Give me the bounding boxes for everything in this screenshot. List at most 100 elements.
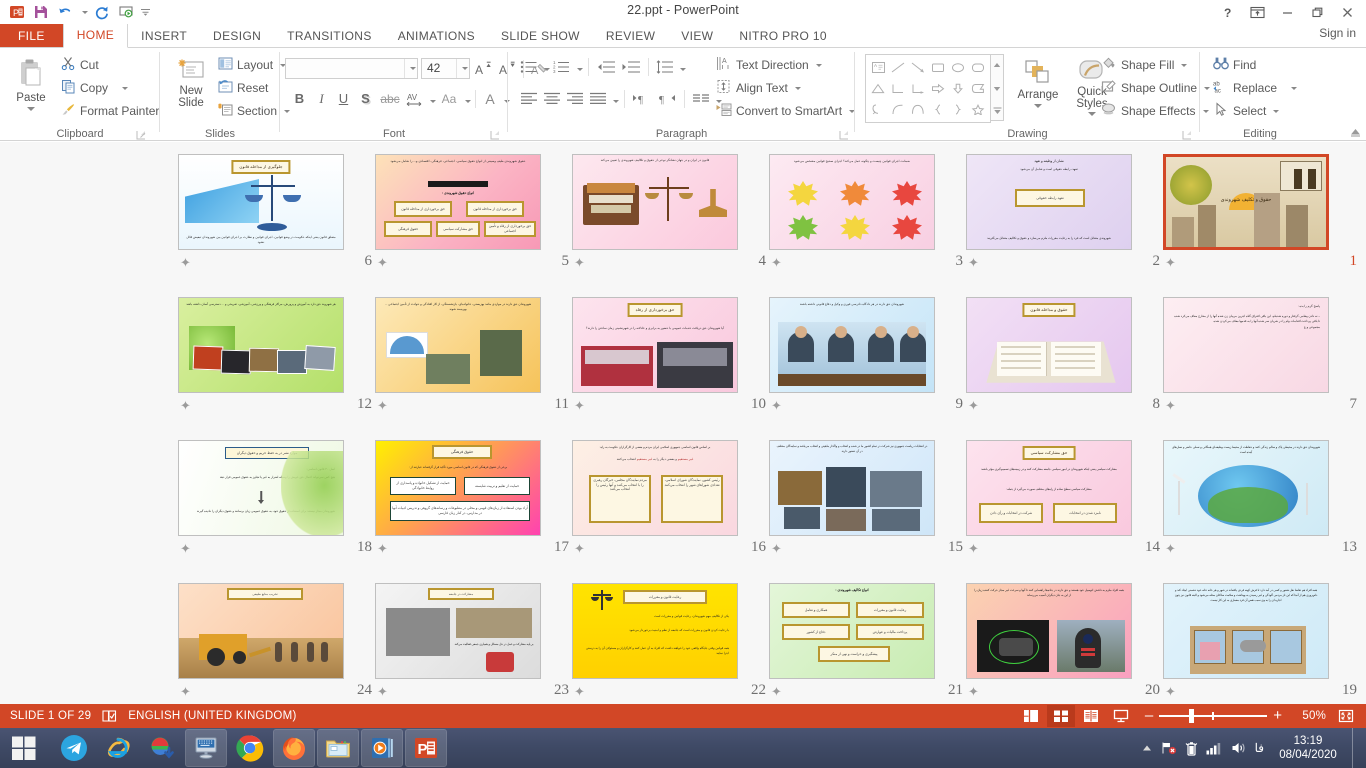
slide-animation-icon[interactable]: ✦ [574,685,585,698]
taskbar-internet-explorer-button[interactable] [98,730,138,766]
slide-animation-icon[interactable]: ✦ [1165,399,1176,412]
shape-arrow[interactable] [908,57,928,78]
slide-animation-icon[interactable]: ✦ [377,256,388,269]
new-slide-button[interactable]: New Slide [165,53,217,125]
strikethrough-button[interactable]: abc [377,88,403,109]
shape-elbow-arrow-connector[interactable] [908,78,928,99]
slide-thumbnail-image[interactable]: همه افراد ملزم به داشتن اتومبیل خود هستن… [966,583,1132,679]
collapse-ribbon-button[interactable] [1348,125,1362,139]
slide-animation-icon[interactable]: ✦ [180,399,191,412]
slide-thumbnail-12[interactable]: هر شهروند حق دارد به آموزش و پرورش، مراک… [178,297,375,417]
reset-button[interactable]: Reset [215,78,271,98]
show-hidden-icons-button[interactable] [1141,743,1153,753]
slide-thumbnail-23[interactable]: مشارکت در جامعه بر پایه مشارکت و عمل در … [375,583,572,703]
select-caret[interactable] [1273,110,1279,113]
shapes-gallery-scrollbar[interactable] [991,54,1004,121]
restore-button[interactable] [1302,1,1332,23]
shape-right-brace[interactable] [948,99,968,120]
shape-effects-button[interactable]: Shape Effects [1098,101,1212,121]
shape-scribble[interactable] [868,99,888,120]
tab-design[interactable]: DESIGN [200,24,274,48]
slide-animation-icon[interactable]: ✦ [771,399,782,412]
zoom-slider[interactable]: – + [1145,709,1282,723]
sign-in-link[interactable]: Sign in [1319,26,1356,40]
italic-button[interactable]: I [311,88,332,109]
slide-animation-icon[interactable]: ✦ [180,256,191,269]
decrease-indent-button[interactable] [594,56,618,77]
arrange-button[interactable]: Arrange [1012,55,1064,125]
minimize-button[interactable] [1272,1,1302,23]
increase-indent-button[interactable] [619,56,643,77]
paste-dropdown-caret[interactable] [27,107,35,111]
windows-start-button[interactable] [0,728,48,768]
align-center-button[interactable] [541,88,563,109]
ltr-text-direction-button[interactable]: ¶ [630,88,654,109]
shape-down-arrow[interactable] [948,78,968,99]
text-shadow-button[interactable]: S [355,88,376,109]
slide-animation-icon[interactable]: ✦ [574,399,585,412]
slide-animation-icon[interactable]: ✦ [180,685,191,698]
cut-button[interactable]: Cut [58,55,102,75]
shape-oval[interactable] [948,57,968,78]
tab-view[interactable]: VIEW [668,24,726,48]
font-size-dropdown[interactable] [456,59,469,78]
shape-fill-button[interactable]: Shape Fill [1098,55,1190,75]
taskbar-mozilla-firefox-button[interactable] [274,730,314,766]
font-name-combobox[interactable] [285,58,418,79]
slide-animation-icon[interactable]: ✦ [968,399,979,412]
slide-animation-icon[interactable]: ✦ [377,542,388,555]
shape-textbox[interactable]: A [868,57,888,78]
replace-caret[interactable] [1291,87,1297,90]
slide-animation-icon[interactable]: ✦ [968,256,979,269]
bold-button[interactable]: B [289,88,310,109]
taskbar-media-player-button[interactable] [362,730,402,766]
slide-thumbnail-20[interactable]: همه افراد ملزم به داشتن اتومبیل خود هستن… [966,583,1163,703]
character-spacing-button[interactable]: AV [404,88,426,109]
slide-thumbnail-13[interactable]: شهروندان حق دارند در محیطی پاک و سالم زن… [1163,440,1360,560]
slide-animation-icon[interactable]: ✦ [377,399,388,412]
zoom-out-button[interactable]: – [1145,710,1153,722]
justify-caret[interactable] [610,92,619,106]
slide-animation-icon[interactable]: ✦ [574,542,585,555]
shapes-scroll-up-button[interactable] [993,57,1001,71]
slide-show-view-button[interactable] [1107,705,1135,727]
shapes-gallery-more-button[interactable] [993,104,1002,118]
text-direction-button[interactable]: A Text Direction [713,55,825,75]
slide-thumbnail-image[interactable]: مشارکت در جامعه بر پایه مشارکت و عمل در … [375,583,541,679]
slide-thumbnail-1[interactable]: حقوق و تکلیف شهروندی✦1 [1163,154,1360,274]
slide-animation-icon[interactable]: ✦ [771,542,782,555]
align-text-caret[interactable] [795,87,801,90]
battery-icon[interactable] [1185,741,1198,756]
shape-outline-button[interactable]: Shape Outline [1098,78,1213,98]
taskbar-telegram-button[interactable] [54,730,94,766]
arrange-caret[interactable] [1034,104,1042,108]
copy-button[interactable]: Copy [58,78,131,98]
shape-arc[interactable] [908,99,928,120]
slide-thumbnail-image[interactable]: قانون در ایران و در جهان نشانگر نوعی از … [572,154,738,250]
language-bar[interactable]: فا [1255,741,1264,755]
slide-thumbnail-image[interactable]: شهروندان حق دارند در مواردی مانند بهزیست… [375,297,541,393]
clock[interactable]: 13:19 08/04/2020 [1272,734,1344,762]
slide-thumbnail-8[interactable]: حقوق و مداخله قانون ✦8 [966,297,1163,417]
slide-thumbnail-image[interactable]: در انتخابات ریاست جمهوری نیز شرکت در تما… [769,440,935,536]
font-color-button[interactable]: A [480,88,500,109]
shapes-gallery[interactable]: A [865,54,991,123]
slide-thumbnail-image[interactable]: حقوق شهروندی طیف وسیعی از انواع حقوق سیا… [375,154,541,250]
ribbon-display-options-button[interactable] [1242,1,1272,23]
paste-button[interactable]: Paste [6,53,56,123]
slide-animation-icon[interactable]: ✦ [377,685,388,698]
taskbar-internet-download-manager-button[interactable] [142,730,182,766]
fit-slide-to-window-button[interactable] [1332,705,1360,727]
volume-icon[interactable] [1231,741,1247,755]
slide-thumbnail-17[interactable]: حقوق فرهنگی برخی از حقوق فرهنگی که در قا… [375,440,572,560]
slide-thumbnail-image[interactable]: ضمانت اجرای قوانین چیست و چگونه عمل می‌ک… [769,154,935,250]
zoom-level-label[interactable]: 50% [1292,710,1326,722]
shape-left-brace[interactable] [928,99,948,120]
network-icon[interactable] [1161,741,1177,755]
slide-animation-icon[interactable]: ✦ [574,256,585,269]
slide-thumbnail-5[interactable]: حقوق شهروندی طیف وسیعی از انواع حقوق سیا… [375,154,572,274]
bullets-caret[interactable] [541,60,550,74]
copy-dropdown-caret[interactable] [122,87,128,90]
shape-rounded-rectangle[interactable] [968,57,988,78]
rtl-text-direction-button[interactable]: ¶ [655,88,679,109]
